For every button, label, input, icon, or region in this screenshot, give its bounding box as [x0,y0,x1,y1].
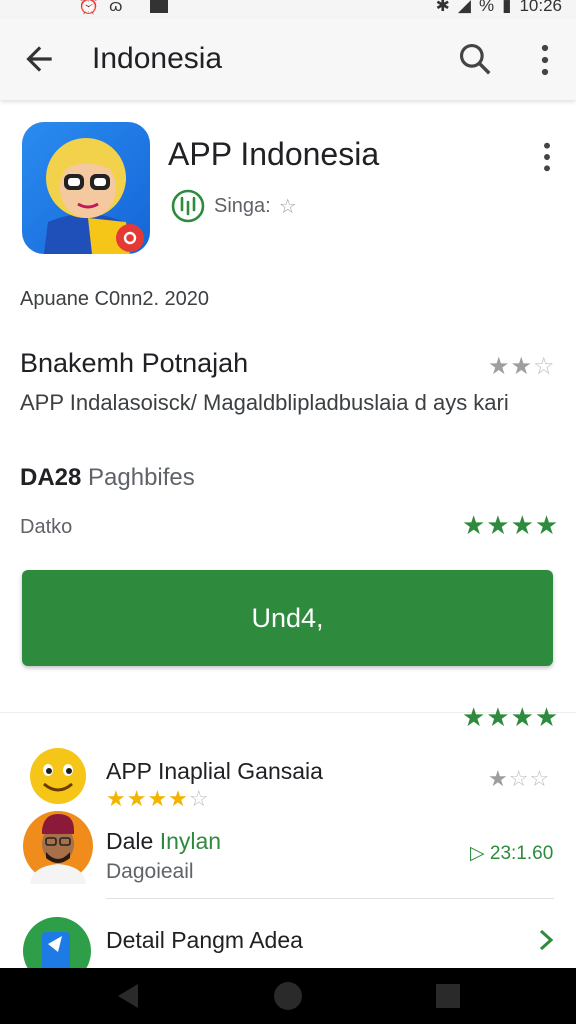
app-title: APP Indonesia [168,136,380,172]
install-button[interactable]: Und4, [22,570,553,666]
search-icon[interactable] [456,40,494,78]
developer-row[interactable]: Singa: ☆ [170,188,297,224]
app-bar-title: Indonesia [92,42,223,75]
avatar[interactable] [22,808,94,884]
nav-home-icon[interactable] [274,982,302,1010]
person-name[interactable]: Dale Inylan [106,828,221,855]
star-filled-icon: ★★★★ [462,702,560,732]
developer-name: Singa: [214,194,271,217]
nav-back-icon[interactable] [114,982,142,1010]
battery-icon: ▮ [502,0,512,15]
bluetooth-icon: ✱ [435,0,450,15]
divider [106,898,554,899]
notification-square-icon [150,0,169,13]
star-empty-icon: ☆ [188,786,210,811]
developer-badge-icon [171,189,205,223]
section-title: Bnakemh Potnajah [20,348,249,378]
update-date: Apuane C0nn2. 2020 [20,288,210,310]
star-filled-icon: ★ [510,353,534,380]
star-filled-icon: ★★★★ [106,786,189,811]
app-description: APP Indalasoisck/ Magaldblipladbuslaia d… [20,390,509,415]
notification-icon: ɷ [109,0,123,15]
app-more-icon[interactable] [536,140,558,174]
app-bar: Indonesia [0,18,576,100]
navigation-bar [0,968,576,1024]
star-empty-icon: ☆☆ [508,766,551,791]
battery-percent: % [478,0,495,15]
related-app-rating: ★★★★☆ [106,786,210,812]
size-value: DA28 [20,464,82,491]
person-first-name: Dale [106,828,154,854]
detail-label[interactable]: Detail Pangm Adea [106,927,303,954]
play-duration[interactable]: ▷ 23:1.60 [470,842,553,865]
size-label: Paghbifes [88,464,195,491]
person-subtitle: Dagoieail [106,860,194,883]
status-bar: ⏰ ɷ ✱ ◢ % ▮ 10:26 [0,0,576,18]
back-arrow-icon[interactable] [20,40,58,78]
smiley-icon [30,748,86,804]
status-time: 10:26 [519,0,562,15]
reviews-rating: ★★★★ [462,702,559,733]
star-filled-icon: ★ [488,353,511,380]
detail-app-icon [23,917,91,976]
more-vert-icon[interactable] [530,42,560,78]
app-icon[interactable] [22,122,150,254]
star-filled-icon: ★★★★ [462,510,560,540]
developer-star-icon: ☆ [278,195,297,218]
cartoon-face-icon [44,138,144,254]
size-line: DA28 Paghbifes [20,464,195,492]
chevron-right-icon[interactable] [536,928,556,952]
star-filled-icon: ★ [488,766,509,791]
related-app-rating-secondary: ★☆☆ [488,766,550,792]
rating-label: Datko [20,516,73,538]
signal-icon: ◢ [457,0,471,15]
label-rating: ★★★★ [462,510,559,541]
star-empty-icon: ☆ [533,353,556,380]
nav-recents-icon[interactable] [436,984,460,1008]
section-rating: ★★☆ [488,352,556,381]
alarm-icon: ⏰ [78,0,100,15]
person-second-name: Inylan [159,828,222,854]
related-app-title[interactable]: APP Inaplial Gansaia [106,758,323,785]
